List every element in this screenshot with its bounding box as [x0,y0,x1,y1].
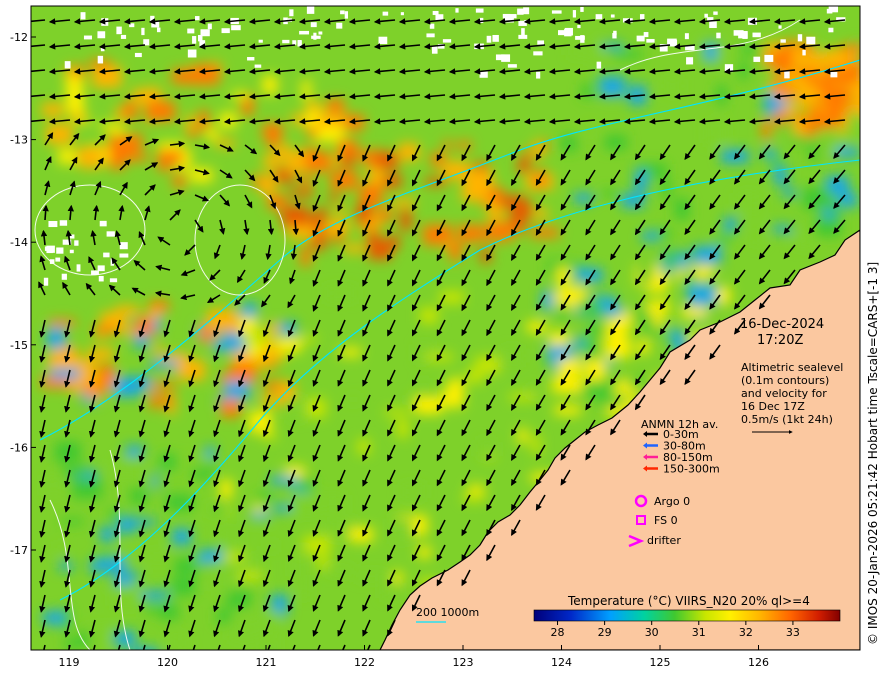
time-label: 17:20Z [757,333,803,348]
svg-text:Argo 0: Argo 0 [654,495,690,508]
x-tick-label: 120 [157,656,178,669]
y-tick-label: -16 [10,441,28,454]
colorbar-gradient [533,609,841,622]
svg-text:200 1000m: 200 1000m [416,606,479,619]
x-tick-label: 126 [748,656,769,669]
y-tick-label: -15 [10,339,28,352]
colorbar-tick-label: 29 [598,626,612,639]
x-tick-label: 119 [59,656,80,669]
colorbar-tick-label: 33 [786,626,800,639]
sst-map: 119 120 121 122 123 124 125 126 -12 -13 -14 -15 -16… [10,5,861,669]
svg-text:0.5m/s (1kt 24h): 0.5m/s (1kt 24h) [741,413,833,426]
svg-text:16 Dec 17Z: 16 Dec 17Z [741,400,805,413]
copyright-caption: © IMOS 20-Jan-2026 05:21:42 Hobart time … [866,261,880,645]
svg-text:(0.1m contours): (0.1m contours) [741,374,829,387]
date-label: 16-Dec-2024 [740,317,824,332]
y-tick-label: -14 [10,236,28,249]
svg-text:FS 0: FS 0 [654,514,678,527]
y-tick-label: -13 [10,134,28,147]
y-tick-label: -12 [10,31,28,44]
colorbar-tick-label: 31 [692,626,706,639]
colorbar-tick-label: 28 [551,626,565,639]
svg-text:Altimetric sealevel: Altimetric sealevel [741,361,843,374]
x-tick-label: 123 [453,656,474,669]
svg-text:drifter: drifter [647,534,681,547]
x-tick-label: 122 [354,656,375,669]
svg-text:Temperature (°C) VIIRS_N20 20%: Temperature (°C) VIIRS_N20 20% ql>=4 [567,594,810,608]
x-tick-label: 121 [256,656,277,669]
anmn-depth-label: 150-300m [663,463,720,476]
svg-text:and velocity for: and velocity for [741,387,827,400]
x-tick-label: 125 [650,656,671,669]
x-tick-label: 124 [551,656,572,669]
colorbar-tick-label: 32 [739,626,753,639]
colorbar-tick-label: 30 [645,626,659,639]
y-tick-label: -17 [10,544,28,557]
